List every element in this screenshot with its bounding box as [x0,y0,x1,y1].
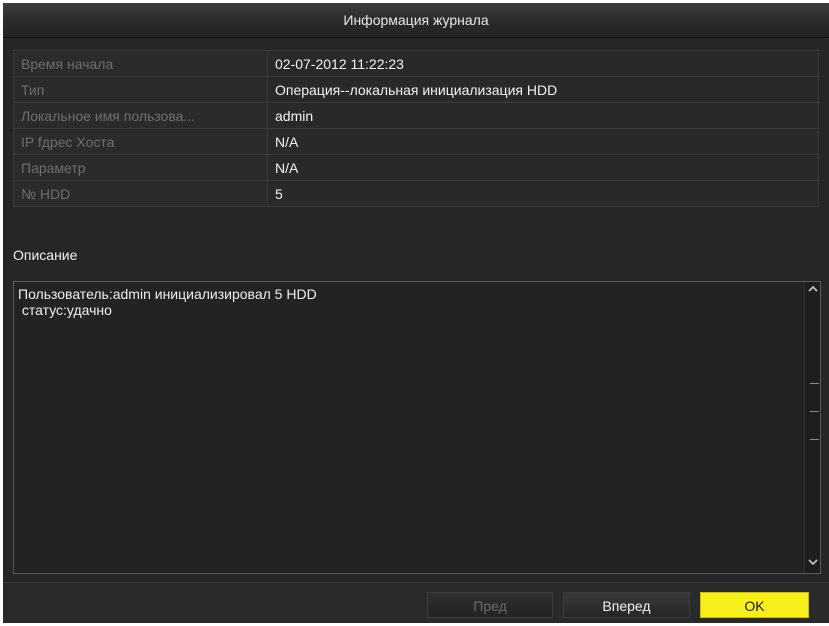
info-label: Время начала [13,50,268,77]
description-label: Описание [13,247,78,263]
chevron-up-icon-shape [807,285,818,292]
log-info-dialog: Информация журнала Время начала 02-07-20… [3,3,829,623]
chevron-down-icon-shape [807,559,818,566]
info-value: admin [267,102,819,129]
description-line: Пользователь:admin инициализировал 5 HDD [18,286,317,302]
info-label: Локальное имя пользова... [13,102,268,129]
scroll-tick [810,411,819,412]
info-row-parameter: Параметр N/A [13,154,819,181]
info-value: 5 [267,180,819,207]
scroll-tick [810,439,819,440]
description-line: статус:удачно [18,302,112,318]
log-info-table: Время начала 02-07-2012 11:22:23 Тип Опе… [13,50,819,207]
dialog-title: Информация журнала [343,12,489,28]
info-value: Операция--локальная инициализация HDD [267,76,819,103]
chevron-up-icon[interactable] [805,284,820,298]
info-row-start-time: Время начала 02-07-2012 11:22:23 [13,50,819,77]
dialog-footer: Пред Вперед OK [3,582,829,623]
info-value: 02-07-2012 11:22:23 [267,50,819,77]
info-label: Параметр [13,154,268,181]
info-value: N/A [267,128,819,155]
info-label: IP fдрес Хоста [13,128,268,155]
info-label: № HDD [13,180,268,207]
info-row-type: Тип Операция--локальная инициализация HD… [13,76,819,103]
description-textarea[interactable]: Пользователь:admin инициализировал 5 HDD… [13,281,821,574]
description-scrollbar[interactable] [804,282,820,573]
info-row-local-user: Локальное имя пользова... admin [13,102,819,129]
scroll-tick [810,383,819,384]
info-row-hdd-number: № HDD 5 [13,180,819,207]
ok-button[interactable]: OK [700,592,809,618]
info-row-host-ip: IP fдрес Хоста N/A [13,128,819,155]
info-value: N/A [267,154,819,181]
next-button[interactable]: Вперед [563,592,690,618]
dialog-title-bar: Информация журнала [3,3,829,38]
info-label: Тип [13,76,268,103]
description-text: Пользователь:admin инициализировал 5 HDD… [18,286,798,318]
previous-button[interactable]: Пред [427,592,553,618]
chevron-down-icon[interactable] [805,557,820,571]
